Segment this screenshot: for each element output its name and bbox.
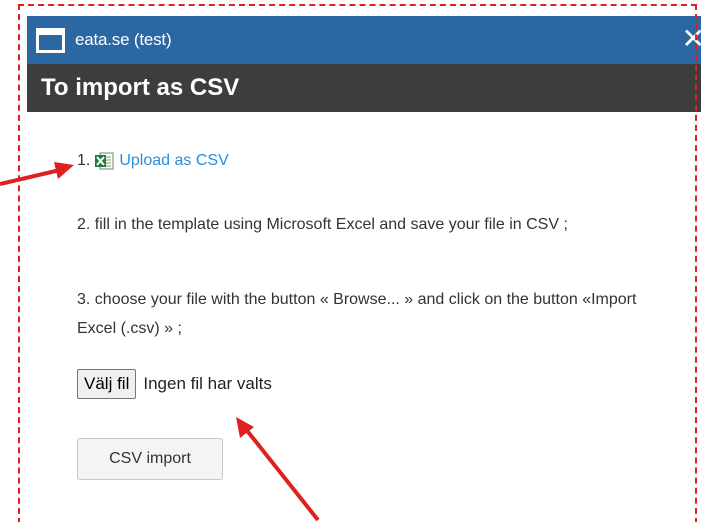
choose-file-button[interactable]: Välj fil: [77, 369, 137, 399]
dialog-title: To import as CSV: [41, 74, 240, 101]
window-icon: [36, 27, 65, 53]
file-status: Ingen fil har valts: [143, 374, 272, 393]
close-icon[interactable]: ✕: [682, 24, 701, 54]
window-titlebar: eata.se (test) ✕: [27, 16, 701, 64]
step-2-text: 2. fill in the template using Microsoft …: [77, 216, 568, 233]
excel-csv-icon: [93, 150, 115, 172]
import-dialog: eata.se (test) ✕ To import as CSV 1. Upl…: [27, 16, 701, 522]
csv-import-button[interactable]: CSV import: [77, 438, 223, 480]
upload-csv-link[interactable]: Upload as CSV: [119, 152, 228, 170]
step-1-number: 1.: [77, 152, 91, 169]
screenshot-stage: eata.se (test) ✕ To import as CSV 1. Upl…: [0, 0, 701, 522]
step-1: 1. Upload as CSV: [77, 150, 229, 172]
step-3-text: 3. choose your file with the button « Br…: [77, 291, 637, 337]
dialog-header: To import as CSV: [27, 64, 701, 112]
file-input: Välj fil Ingen fil har valts: [77, 369, 272, 399]
window-title: eata.se (test): [75, 30, 172, 49]
